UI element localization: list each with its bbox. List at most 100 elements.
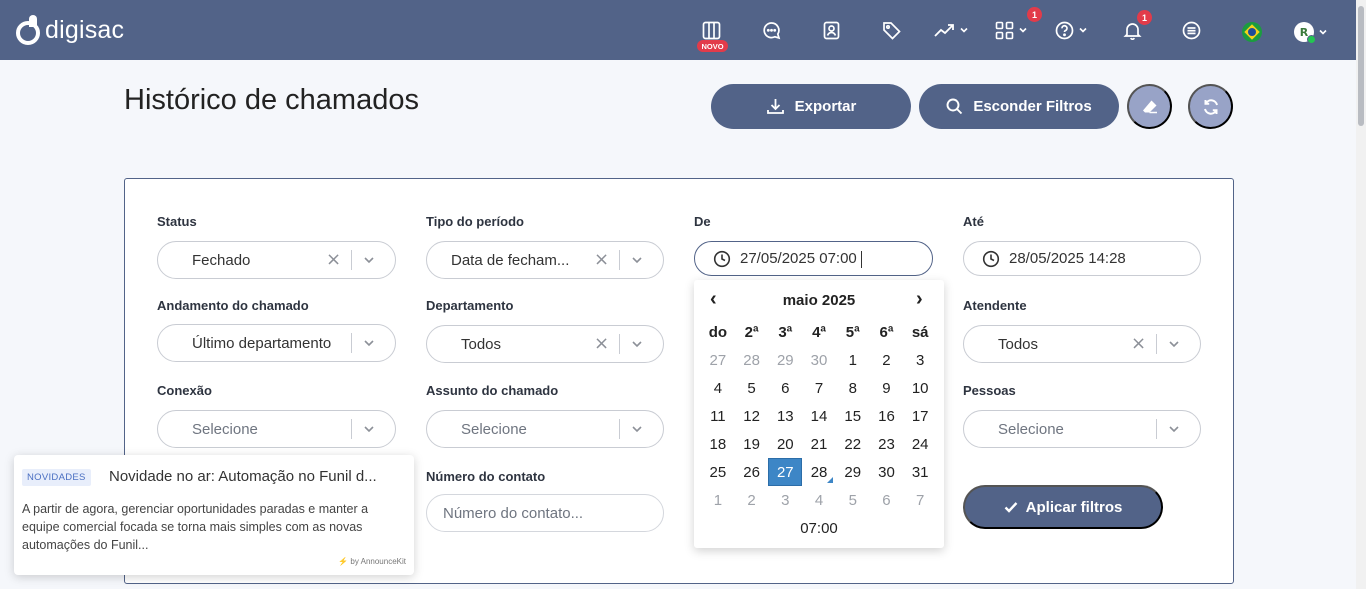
calendar-day[interactable]: 9 (870, 374, 904, 402)
export-label: Exportar (794, 98, 857, 115)
time-picker-toggle[interactable]: 07:00 (694, 520, 944, 537)
calendar-day[interactable]: 4 (802, 486, 836, 514)
calendar-week-row: 1234567 (701, 486, 937, 514)
calendar-day[interactable]: 29 (836, 458, 870, 486)
progress-label: Andamento do chamado (157, 298, 309, 313)
from-value: 27/05/2025 07:00 (740, 250, 857, 267)
subject-select[interactable]: Selecione (426, 410, 664, 448)
calendar-day[interactable]: 1 (701, 486, 735, 514)
scrollbar-thumb[interactable] (1358, 6, 1364, 126)
clear-icon[interactable]: × (594, 335, 609, 353)
calendar-day[interactable]: 25 (701, 458, 735, 486)
calendar-day[interactable]: 4 (701, 374, 735, 402)
hide-filters-button[interactable]: Esconder Filtros (919, 84, 1119, 129)
connection-select[interactable]: Selecione (157, 410, 396, 448)
calendar-day[interactable]: 30 (870, 458, 904, 486)
people-select[interactable]: Selecione (963, 410, 1201, 448)
contact-number-input[interactable]: Número do contato... (426, 494, 664, 532)
from-datetime-input[interactable]: 27/05/2025 07:00 (694, 241, 933, 276)
calendar-day[interactable]: 2 (870, 346, 904, 374)
announcement-title[interactable]: Novidade no ar: Automação no Funil d... (109, 468, 404, 485)
calendar-day[interactable]: 12 (735, 402, 769, 430)
help-menu[interactable] (1055, 18, 1088, 42)
menu-list-icon[interactable] (1182, 18, 1201, 42)
powered-by-label[interactable]: ⚡ by AnnounceKit (338, 557, 406, 566)
clear-icon[interactable]: × (594, 251, 609, 269)
apps-grid-icon (995, 21, 1014, 39)
page-scrollbar[interactable] (1356, 0, 1366, 589)
refresh-button[interactable] (1188, 84, 1233, 129)
connection-label: Conexão (157, 383, 212, 398)
calendar-day[interactable]: 17 (903, 402, 937, 430)
top-navbar: digisac NOVO 1 1 R (0, 0, 1366, 60)
calendar-day[interactable]: 6 (768, 374, 802, 402)
calendar-day[interactable]: 18 (701, 430, 735, 458)
calendar-day[interactable]: 28 (735, 346, 769, 374)
calendar-day[interactable]: 1 (836, 346, 870, 374)
department-select[interactable]: Todos × (426, 325, 664, 363)
calendar-day[interactable]: 14 (802, 402, 836, 430)
kanban-icon[interactable] (702, 18, 721, 42)
calendar-day[interactable]: 5 (735, 374, 769, 402)
calendar-day[interactable]: 27 (768, 458, 803, 486)
contacts-icon[interactable] (822, 18, 841, 42)
next-month-button[interactable]: › (916, 288, 923, 311)
calendar-week-row: 4 5 6 7 8 9 10 (701, 374, 937, 402)
calendar-day[interactable]: 7 (802, 374, 836, 402)
department-label: Departamento (426, 298, 514, 313)
calendar-day[interactable]: 24 (903, 430, 937, 458)
calendar-day[interactable]: 23 (870, 430, 904, 458)
user-menu[interactable]: R (1294, 20, 1328, 44)
clear-icon[interactable]: × (326, 251, 341, 269)
calendar-week-row: 11 12 13 14 15 16 17 (701, 402, 937, 430)
calendar-day[interactable]: 13 (768, 402, 802, 430)
calendar-day[interactable]: 31 (903, 458, 937, 486)
attendant-select[interactable]: Todos × (963, 325, 1201, 363)
calendar-day[interactable]: 10 (903, 374, 937, 402)
hide-filters-label: Esconder Filtros (973, 98, 1092, 115)
calendar-day[interactable]: 26 (735, 458, 769, 486)
to-datetime-input[interactable]: 28/05/2025 14:28 (963, 241, 1201, 276)
tag-icon[interactable] (882, 18, 901, 42)
calendar-day[interactable]: 20 (768, 430, 802, 458)
help-icon (1055, 21, 1074, 39)
calendar-day[interactable]: 29 (768, 346, 802, 374)
calendar-day[interactable]: 3 (768, 486, 802, 514)
apply-filters-label: Aplicar filtros (1025, 498, 1123, 516)
calendar-day[interactable]: 22 (836, 430, 870, 458)
to-value: 28/05/2025 14:28 (1009, 250, 1126, 267)
calendar-day[interactable]: 19 (735, 430, 769, 458)
period-type-select[interactable]: Data de fecham... × (426, 241, 664, 279)
calendar-day[interactable]: 21 (802, 430, 836, 458)
calendar-day[interactable]: 11 (701, 402, 735, 430)
clear-icon[interactable]: × (1131, 335, 1146, 353)
chat-icon[interactable] (762, 18, 781, 42)
calendar-day[interactable]: 30 (802, 346, 836, 374)
calendar-day[interactable]: 6 (870, 486, 904, 514)
chevron-down-icon (1169, 341, 1179, 348)
apply-filters-button[interactable]: Aplicar filtros (963, 485, 1163, 529)
calendar-month-title[interactable]: maio 2025 (694, 292, 944, 309)
calendar-day[interactable]: 2 (735, 486, 769, 514)
chevron-down-icon (632, 257, 642, 264)
calendar-day[interactable]: 15 (836, 402, 870, 430)
calendar-day[interactable]: 5 (836, 486, 870, 514)
calendar-day[interactable]: 27 (701, 346, 735, 374)
calendar-day[interactable]: 7 (903, 486, 937, 514)
progress-select[interactable]: Último departamento (157, 324, 396, 362)
calendar-week-row: 25 26 27 28 29 30 31 (701, 458, 937, 486)
export-button[interactable]: Exportar (711, 84, 911, 129)
calendar-day[interactable]: 28 (802, 458, 836, 486)
apps-menu[interactable] (995, 18, 1028, 42)
clear-filters-button[interactable] (1127, 84, 1172, 129)
trends-menu[interactable] (934, 18, 969, 42)
calendar-day[interactable]: 8 (836, 374, 870, 402)
digisac-logo[interactable]: digisac (16, 12, 124, 48)
from-label: De (694, 214, 711, 229)
announcement-popup[interactable]: NOVIDADES Novidade no ar: Automação no F… (14, 455, 414, 575)
calendar-day[interactable]: 3 (903, 346, 937, 374)
status-select[interactable]: Fechado × (157, 241, 396, 279)
weekday-label: 5ª (845, 323, 860, 341)
language-flag-icon[interactable] (1242, 20, 1262, 44)
calendar-day[interactable]: 16 (870, 402, 904, 430)
